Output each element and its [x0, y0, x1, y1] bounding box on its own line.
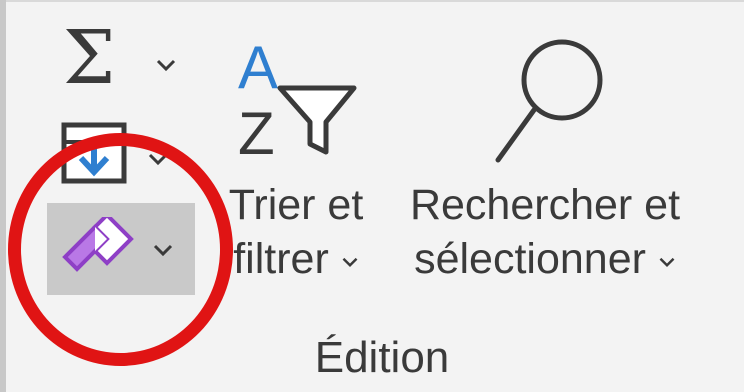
sort-filter-label-line2-wrap: filtrer — [212, 232, 380, 286]
chevron-down-icon — [342, 257, 358, 267]
svg-text:Z: Z — [238, 100, 275, 160]
autosum-button[interactable]: Σ — [55, 18, 195, 100]
sort-filter-button[interactable]: A Z Trier et filtrer — [212, 20, 380, 298]
magnifier-icon — [495, 39, 603, 163]
sort-filter-label: Trier et filtrer — [212, 178, 380, 286]
sort-filter-label-line1: Trier et — [228, 181, 364, 229]
autosum-sigma-icon: Σ — [63, 15, 116, 101]
find-select-button[interactable]: Rechercher et sélectionner — [384, 20, 706, 298]
ribbon-left-border — [0, 0, 6, 392]
ribbon-top-border — [0, 0, 744, 2]
annotation-circle — [8, 133, 233, 366]
svg-text:A: A — [238, 34, 278, 101]
chevron-down-icon — [659, 257, 675, 267]
sort-filter-label-line2: filtrer — [233, 235, 329, 283]
chevron-down-icon[interactable] — [155, 58, 177, 72]
find-select-label-line2-wrap: sélectionner — [384, 232, 706, 286]
group-label: Édition — [314, 333, 450, 382]
find-select-label: Rechercher et sélectionner — [384, 178, 706, 286]
ribbon-editing-group: Σ A Z Trier et filtrer Rechercher et sél… — [0, 0, 744, 392]
find-select-label-line2: sélectionner — [414, 235, 646, 283]
sort-az-filter-icon: A Z — [238, 34, 357, 160]
find-select-label-line1: Rechercher et — [409, 181, 681, 229]
